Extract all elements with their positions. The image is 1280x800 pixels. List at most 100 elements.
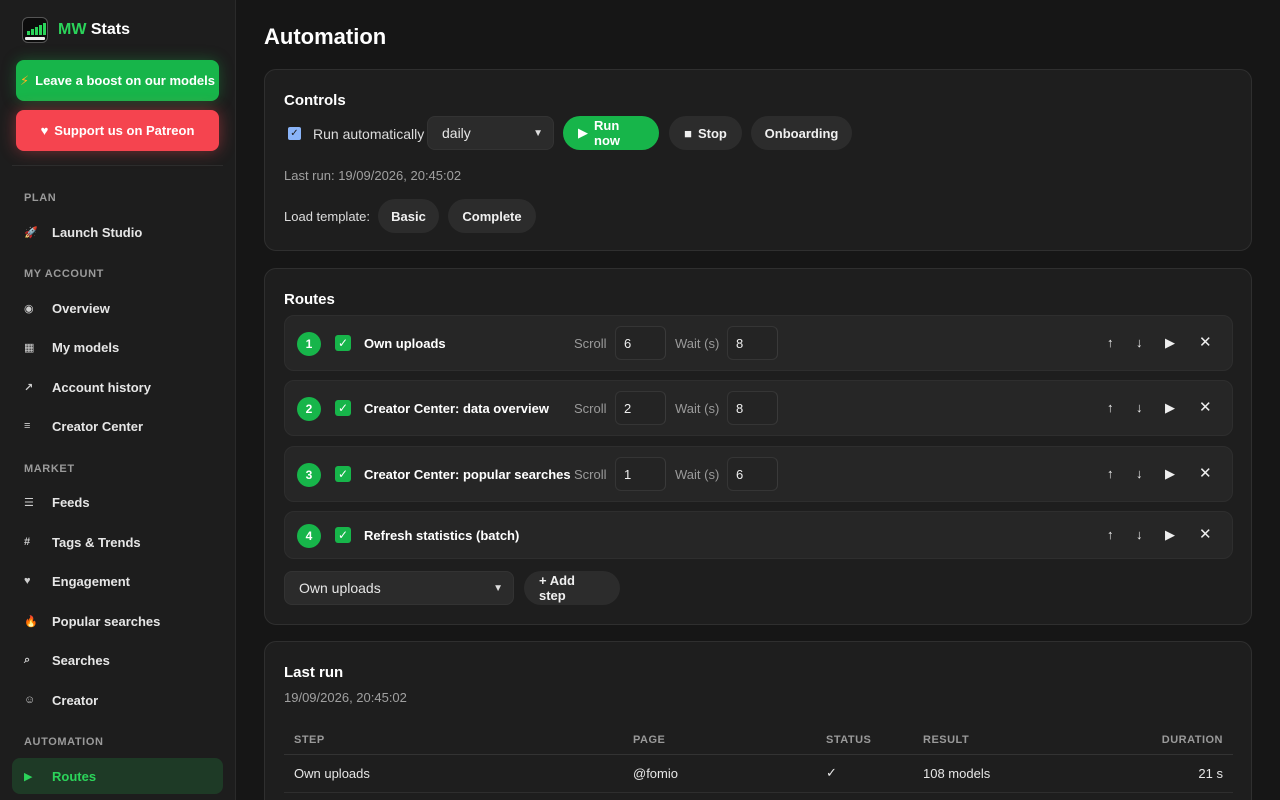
heart-icon: ♥	[40, 123, 49, 138]
sidebar-item-creator-center[interactable]: ≡ Creator Center	[12, 408, 223, 444]
sidebar-item-feeds[interactable]: ☰ Feeds	[12, 484, 223, 520]
last-run-text: Last run: 19/09/2026, 20:45:02	[284, 168, 462, 183]
boost-button[interactable]: ⚡ Leave a boost on our models	[16, 60, 219, 101]
frequency-select[interactable]: daily ▼	[427, 116, 554, 150]
scroll-label: Scroll	[574, 467, 607, 482]
route-row: 1 ✓ Own uploads Scroll 6 Wait (s) 8 ↑ ↓ …	[284, 315, 1233, 371]
route-number: 2	[297, 397, 321, 421]
play-icon[interactable]: ▶	[1165, 527, 1175, 543]
scroll-label: Scroll	[574, 336, 607, 351]
close-icon[interactable]: ✕	[1199, 525, 1212, 543]
last-run-card: Last run 19/09/2026, 20:45:02 STEP PAGE …	[264, 641, 1252, 800]
route-enabled-checkbox[interactable]: ✓	[335, 400, 351, 416]
add-route-select[interactable]: Own uploads ▼	[284, 571, 514, 605]
table-header-row: STEP PAGE STATUS RESULT DURATION	[284, 726, 1233, 755]
sidebar-item-my-models[interactable]: ▦ My models	[12, 329, 223, 365]
routes-card: Routes 1 ✓ Own uploads Scroll 6 Wait (s)…	[264, 268, 1252, 625]
route-row: 2 ✓ Creator Center: data overview Scroll…	[284, 380, 1233, 436]
search-icon: ⌕	[24, 653, 31, 666]
cell-step: Own uploads	[284, 754, 623, 793]
run-now-button[interactable]: ▶ Run now	[563, 116, 659, 150]
scroll-input[interactable]: 1	[615, 457, 666, 491]
close-icon[interactable]: ✕	[1199, 333, 1212, 351]
sidebar-item-searches[interactable]: ⌕ Searches	[12, 642, 223, 678]
move-down-icon[interactable]: ↓	[1136, 335, 1143, 350]
last-run-timestamp: 19/09/2026, 20:45:02	[284, 690, 407, 705]
route-row: 4 ✓ Refresh statistics (batch) ↑ ↓ ▶ ✕	[284, 511, 1233, 559]
template-complete-button[interactable]: Complete	[448, 199, 536, 233]
cell-duration: 21 s	[1093, 754, 1233, 793]
last-run-title: Last run	[284, 664, 344, 681]
route-name: Own uploads	[364, 336, 446, 351]
move-down-icon[interactable]: ↓	[1136, 466, 1143, 481]
template-basic-button[interactable]: Basic	[378, 199, 439, 233]
sidebar-item-engagement[interactable]: ♥ Engagement	[12, 563, 223, 599]
template-label: Load template:	[284, 209, 371, 224]
gauge-icon: ◉	[24, 302, 34, 315]
cell-page: @fomio	[623, 754, 816, 793]
sidebar-item-routes[interactable]: ▶ Routes	[12, 758, 223, 794]
route-enabled-checkbox[interactable]: ✓	[335, 527, 351, 543]
move-up-icon[interactable]: ↑	[1107, 527, 1114, 542]
route-enabled-checkbox[interactable]: ✓	[335, 335, 351, 351]
move-up-icon[interactable]: ↑	[1107, 466, 1114, 481]
chevron-down-icon: ▼	[533, 127, 543, 139]
table-row: Own uploads @fomio ✓ 108 models 21 s	[284, 754, 1233, 793]
routes-title: Routes	[284, 291, 335, 308]
wait-input[interactable]: 8	[727, 326, 778, 360]
column-header-status: STATUS	[816, 726, 913, 755]
trend-up-icon: ↗	[24, 381, 34, 394]
onboarding-button[interactable]: Onboarding	[751, 116, 852, 150]
move-down-icon[interactable]: ↓	[1136, 400, 1143, 415]
chevron-down-icon: ▼	[493, 582, 503, 594]
add-step-button[interactable]: + Add step	[524, 571, 620, 605]
play-icon: ▶	[578, 125, 588, 140]
run-auto-label: Run automatically	[313, 126, 425, 142]
bar-chart-logo-icon	[22, 17, 48, 43]
controls-card: Controls ✓ Run automatically daily ▼ ▶ R…	[264, 69, 1252, 251]
scroll-label: Scroll	[574, 401, 607, 416]
close-icon[interactable]: ✕	[1199, 398, 1212, 416]
sidebar-item-launch-studio[interactable]: 🚀 Launch Studio	[12, 214, 223, 250]
route-row: 3 ✓ Creator Center: popular searches Scr…	[284, 446, 1233, 502]
play-icon[interactable]: ▶	[1165, 400, 1175, 416]
sidebar-item-tags-trends[interactable]: # Tags & Trends	[12, 524, 223, 560]
section-label-market: MARKET	[24, 463, 75, 475]
section-label-my-account: MY ACCOUNT	[24, 268, 104, 280]
move-down-icon[interactable]: ↓	[1136, 527, 1143, 542]
list-icon: ≡	[24, 420, 31, 432]
patreon-button[interactable]: ♥ Support us on Patreon	[16, 110, 219, 151]
play-icon[interactable]: ▶	[1165, 335, 1175, 351]
cell-result: 108 models	[913, 754, 1093, 793]
play-icon: ▶	[24, 770, 33, 783]
move-up-icon[interactable]: ↑	[1107, 335, 1114, 350]
route-number: 4	[297, 524, 321, 548]
hashtag-icon: #	[24, 536, 31, 548]
status-check-icon: ✓	[816, 754, 913, 793]
route-name: Creator Center: popular searches	[364, 467, 571, 482]
scroll-input[interactable]: 2	[615, 391, 666, 425]
sidebar-item-account-history[interactable]: ↗ Account history	[12, 369, 223, 405]
route-enabled-checkbox[interactable]: ✓	[335, 466, 351, 482]
sidebar-item-overview[interactable]: ◉ Overview	[12, 290, 223, 326]
wait-input[interactable]: 6	[727, 457, 778, 491]
heart-icon: ♥	[24, 575, 31, 587]
sidebar-item-creator[interactable]: ☺ Creator	[12, 682, 223, 718]
scroll-input[interactable]: 6	[615, 326, 666, 360]
close-icon[interactable]: ✕	[1199, 464, 1212, 482]
play-icon[interactable]: ▶	[1165, 466, 1175, 482]
menu-icon: ☰	[24, 496, 34, 509]
run-auto-checkbox[interactable]: ✓	[288, 127, 301, 140]
sidebar-item-popular-searches[interactable]: 🔥 Popular searches	[12, 603, 223, 639]
column-header-result: RESULT	[913, 726, 1093, 755]
brand[interactable]: MW Stats	[22, 17, 130, 43]
lightning-icon: ⚡	[19, 72, 30, 88]
sidebar: MW Stats ⚡ Leave a boost on our models ♥…	[0, 0, 236, 800]
route-number: 3	[297, 463, 321, 487]
move-up-icon[interactable]: ↑	[1107, 400, 1114, 415]
stop-button[interactable]: ■ Stop	[669, 116, 742, 150]
controls-title: Controls	[284, 92, 346, 109]
wait-label: Wait (s)	[675, 401, 720, 416]
route-name: Refresh statistics (batch)	[364, 528, 520, 543]
wait-input[interactable]: 8	[727, 391, 778, 425]
